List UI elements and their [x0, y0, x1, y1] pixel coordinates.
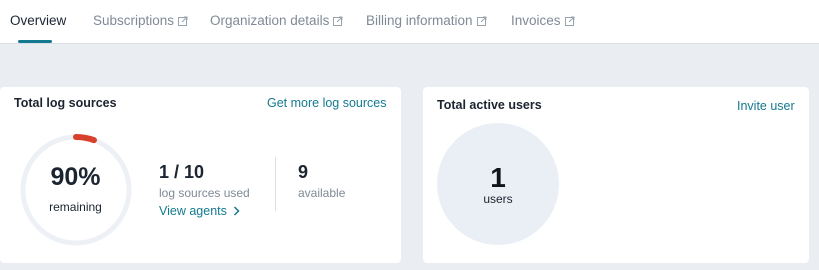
tab-billing-information[interactable]: Billing information — [366, 13, 487, 28]
view-agents-link[interactable]: View agents — [159, 204, 240, 218]
stats-divider — [275, 157, 276, 211]
log-sources-title: Total log sources — [14, 96, 117, 110]
external-link-icon — [476, 16, 487, 26]
available-value: 9 — [298, 162, 309, 182]
tab-label: Invoices — [511, 13, 561, 28]
tab-organization-details[interactable]: Organization details — [210, 13, 343, 28]
tab-label: Overview — [10, 13, 67, 28]
available-caption: available — [298, 186, 346, 200]
view-agents-label: View agents — [159, 204, 227, 218]
chevron-right-icon — [233, 206, 240, 216]
log-sources-used-value: 1 / 10 — [159, 162, 205, 182]
external-link-icon — [564, 16, 575, 26]
percent-remaining-caption: remaining — [49, 200, 102, 214]
percent-remaining-value: 90% — [50, 163, 101, 191]
active-users-title: Total active users — [437, 98, 542, 112]
active-users-caption: users — [483, 192, 513, 206]
invite-user-link[interactable]: Invite user — [737, 99, 795, 113]
tab-label: Subscriptions — [93, 13, 175, 28]
tab-overview[interactable]: Overview — [10, 13, 66, 28]
tab-subscriptions[interactable]: Subscriptions — [93, 13, 188, 28]
get-more-log-sources-link[interactable]: Get more log sources — [267, 96, 387, 110]
active-users-count: 1 — [490, 162, 506, 193]
external-link-icon — [178, 16, 188, 26]
log-sources-used-caption: log sources used — [159, 186, 250, 200]
external-link-icon — [333, 16, 343, 26]
active-tab-indicator — [18, 40, 52, 43]
tab-invoices[interactable]: Invoices — [511, 13, 575, 28]
tab-label: Billing information — [366, 13, 473, 28]
tab-label: Organization details — [210, 13, 330, 28]
tab-bar: Overview Subscriptions Organization deta… — [0, 0, 819, 44]
